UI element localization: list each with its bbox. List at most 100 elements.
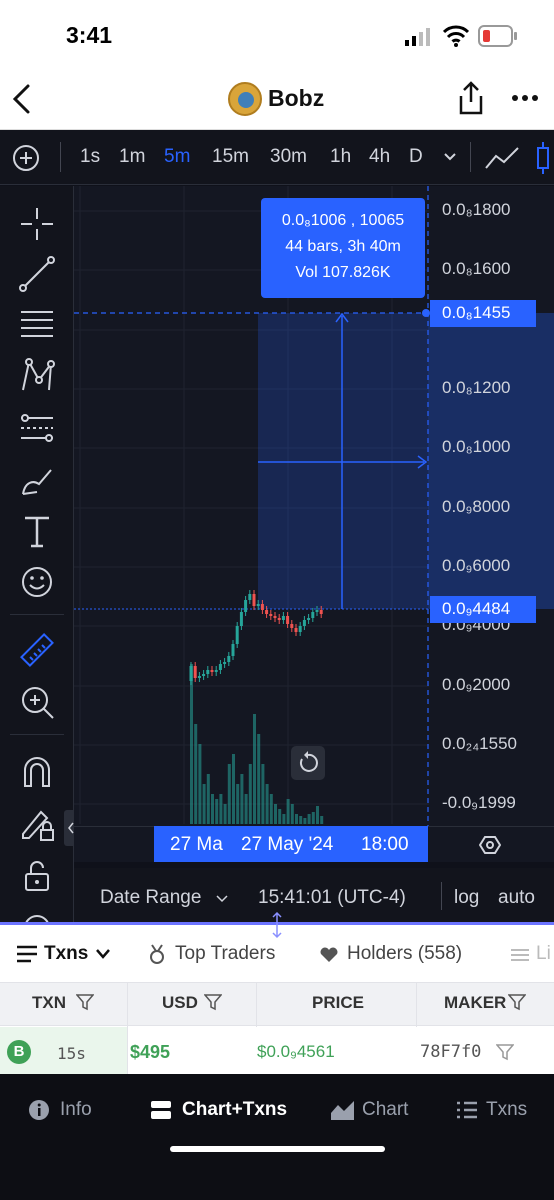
price-tick: 0.0₈1200 <box>442 378 511 397</box>
candle-body <box>307 618 311 620</box>
volume-bar <box>198 744 202 824</box>
volume-bar <box>236 784 240 824</box>
zoom-in-icon[interactable] <box>17 682 57 722</box>
tooltip-line2: 44 bars, 3h 40m <box>285 238 401 255</box>
crosshair-icon[interactable] <box>17 204 57 244</box>
chevron-down-icon[interactable] <box>443 152 457 162</box>
nav-txns[interactable]: Txns <box>486 1099 527 1121</box>
candle-body <box>202 674 206 676</box>
chart-controls: Date Range 15:41:01 (UTC-4) log auto <box>74 868 554 923</box>
lock-drawing-icon[interactable] <box>17 804 57 844</box>
magnet-icon[interactable] <box>17 752 57 792</box>
share-icon[interactable] <box>457 80 485 116</box>
signal-icon <box>405 28 430 46</box>
more-icon[interactable] <box>512 94 538 102</box>
pattern-icon[interactable] <box>17 356 57 396</box>
date-range-button[interactable]: Date Range <box>100 887 201 909</box>
tf-d[interactable]: D <box>409 146 423 168</box>
col-usd: USD <box>162 993 198 1012</box>
filter-icon[interactable] <box>496 1043 514 1061</box>
ruler-icon[interactable] <box>17 630 57 670</box>
candle-body <box>256 604 260 606</box>
reset-icon <box>299 751 318 772</box>
tab-liquidity[interactable]: Li <box>536 943 551 965</box>
tf-1s[interactable]: 1s <box>80 146 100 168</box>
wifi-icon <box>443 25 469 47</box>
filter-icon[interactable] <box>508 993 526 1011</box>
price-tick: 0.0₂₄1550 <box>442 734 517 753</box>
nav-chart-txns[interactable]: Chart+Txns <box>182 1099 287 1121</box>
col-price: PRICE <box>312 993 364 1012</box>
projection-icon[interactable] <box>17 408 57 448</box>
txn-maker[interactable]: 78F7f0 <box>420 1042 481 1062</box>
filter-icon[interactable] <box>76 993 94 1011</box>
candle-body <box>298 626 302 632</box>
log-toggle[interactable]: log <box>454 887 479 909</box>
volume-bar <box>206 774 210 824</box>
resize-handle-icon[interactable] <box>270 911 284 939</box>
volume-bar <box>253 714 256 824</box>
volume-bar <box>311 812 315 824</box>
txns-list-icon <box>457 1101 477 1119</box>
candle-body <box>286 616 290 624</box>
volume-bar <box>299 816 303 824</box>
volume-bar <box>244 794 248 824</box>
volume-bar <box>295 814 298 824</box>
price-axis[interactable]: 0.0₈1800 0.0₈1600 0.0₈1200 0.0₈1000 0.0₉… <box>442 186 554 826</box>
battery-icon <box>478 25 517 47</box>
back-icon[interactable] <box>10 83 34 115</box>
tf-5m[interactable]: 5m <box>164 146 190 168</box>
auto-toggle[interactable]: auto <box>498 887 535 909</box>
tab-txns[interactable]: Txns <box>44 943 88 965</box>
liquidity-icon <box>511 949 529 961</box>
candle-body <box>197 676 201 678</box>
nav-info[interactable]: Info <box>60 1099 92 1121</box>
candle-body <box>248 594 252 600</box>
volume-bar <box>303 818 307 824</box>
volume-bar <box>194 724 198 824</box>
add-indicator-icon[interactable] <box>12 144 40 172</box>
nav-chart[interactable]: Chart <box>362 1099 408 1121</box>
candle-body <box>223 662 227 664</box>
settings-icon[interactable] <box>479 834 501 856</box>
reset-chart-button[interactable] <box>291 746 325 780</box>
text-tool-icon[interactable] <box>17 512 57 552</box>
tf-4h[interactable]: 4h <box>369 146 390 168</box>
tf-15m[interactable]: 15m <box>212 146 249 168</box>
candle-body <box>302 620 306 626</box>
fib-lines-icon[interactable] <box>17 304 57 344</box>
line-chart-icon[interactable] <box>484 144 520 172</box>
volume-bar <box>211 794 214 824</box>
candle-body <box>193 666 197 678</box>
unlock-icon[interactable] <box>17 856 57 896</box>
nav-header: Bobz <box>0 70 554 130</box>
tf-30m[interactable]: 30m <box>270 146 307 168</box>
volume-bar <box>278 809 282 824</box>
time-label-right: 18:00 <box>361 834 409 855</box>
txn-age: 15s <box>57 1044 86 1063</box>
trend-line-icon[interactable] <box>17 254 57 294</box>
chart-toolbar: 1s 1m 5m 15m 30m 1h 4h D <box>0 130 554 185</box>
volume-bar <box>257 734 261 824</box>
candle-body <box>189 666 193 681</box>
chevron-down-icon[interactable] <box>96 949 110 959</box>
txn-usd: $495 <box>130 1042 171 1062</box>
home-indicator <box>170 1146 385 1152</box>
tf-1m[interactable]: 1m <box>119 146 145 168</box>
candle-body <box>273 616 277 618</box>
tab-top-traders[interactable]: Top Traders <box>175 943 275 965</box>
volume-bar <box>190 664 193 824</box>
eye-icon[interactable] <box>17 908 57 922</box>
volume-bar <box>286 799 290 824</box>
tab-holders[interactable]: Holders (558) <box>347 943 462 965</box>
tooltip-line1: 0.0₈1006 , 10065 <box>281 212 405 229</box>
chevron-down-icon[interactable] <box>216 895 228 903</box>
clock-label[interactable]: 15:41:01 (UTC-4) <box>258 887 406 909</box>
brush-icon[interactable] <box>17 460 57 500</box>
status-bar: 3:41 <box>0 0 554 70</box>
tf-1h[interactable]: 1h <box>330 146 351 168</box>
price-chart[interactable]: 0.0₈1006 , 10065 44 bars, 3h 40m Vol 107… <box>74 186 554 862</box>
filter-icon[interactable] <box>204 993 222 1011</box>
emoji-icon[interactable] <box>17 562 57 602</box>
candle-icon[interactable] <box>532 142 554 174</box>
